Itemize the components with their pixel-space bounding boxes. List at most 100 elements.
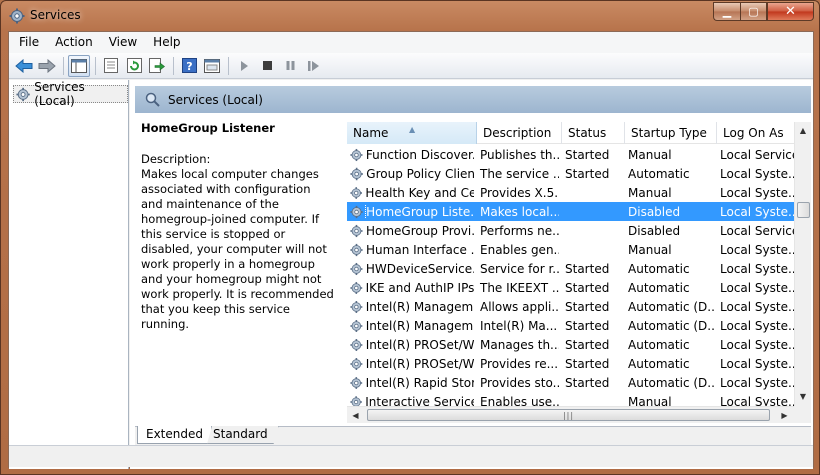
toolbar-separator	[228, 56, 229, 75]
export-button[interactable]	[146, 55, 168, 77]
restart-icon	[307, 60, 319, 71]
cell-startup-type: Automatic	[628, 261, 690, 276]
gear-icon	[9, 8, 25, 24]
cell-status: Started	[565, 166, 610, 181]
horizontal-scrollbar[interactable]: ◀ ||| ▶	[347, 406, 794, 423]
table-row[interactable]: Intel(R) Managem... Intel(R) Ma... Started…	[347, 316, 794, 335]
show-tree-icon	[71, 58, 87, 73]
menu-file[interactable]: File	[11, 32, 47, 53]
table-row[interactable]: Function Discover... Publishes th... Start…	[347, 145, 794, 164]
minimize-button[interactable]: ▁	[713, 2, 740, 21]
cell-log-on-as: Local Syste...	[720, 185, 794, 200]
table-row[interactable]: IKE and AuthIP IPs... The IKEEXT ... Start…	[347, 278, 794, 297]
cell-status: Started	[565, 375, 610, 390]
back-icon	[15, 58, 33, 73]
refresh-icon	[126, 58, 142, 73]
start-service-button[interactable]	[233, 55, 255, 77]
title-bar[interactable]: Services ▁ ▢ ✕	[1, 1, 819, 31]
cell-name: Group Policy Client	[347, 167, 474, 181]
scroll-right-icon[interactable]: ▶	[776, 407, 793, 423]
scroll-up-icon[interactable]: ▲	[795, 122, 811, 139]
cell-name: Health Key and Ce...	[347, 186, 474, 200]
column-header-description[interactable]: Description	[477, 122, 562, 144]
cell-name: HomeGroup Liste...	[347, 204, 474, 219]
service-gear-icon	[350, 262, 363, 275]
cell-log-on-as: Local Syste...	[720, 337, 794, 352]
cell-description: Intel(R) Ma...	[480, 318, 558, 333]
help-icon: ?	[181, 58, 197, 73]
maximize-button[interactable]: ▢	[740, 2, 767, 21]
menu-action[interactable]: Action	[47, 32, 101, 53]
stop-service-button[interactable]	[256, 55, 278, 77]
tree-item-services-local[interactable]: Services (Local)	[13, 80, 128, 108]
cell-name: Intel(R) PROSet/W...	[347, 357, 474, 371]
close-icon: ✕	[785, 4, 796, 19]
cell-log-on-as: Local Syste...	[720, 204, 794, 219]
start-icon	[241, 60, 248, 71]
tab-extended[interactable]: Extended	[137, 426, 212, 444]
forward-icon	[38, 58, 56, 73]
cell-startup-type: Automatic	[628, 280, 690, 295]
scroll-down-icon[interactable]: ▼	[795, 388, 811, 405]
horizontal-scroll-thumb[interactable]: |||	[367, 409, 770, 421]
table-row[interactable]: HomeGroup Provi... Performs ne... Disabled…	[347, 221, 794, 240]
close-button[interactable]: ✕	[767, 2, 814, 21]
cell-description: Provides sto...	[480, 375, 559, 390]
cell-name: HWDeviceService...	[347, 262, 474, 276]
cell-log-on-as: Local Syste...	[720, 242, 794, 257]
show-tree-button[interactable]	[68, 54, 90, 77]
menu-bar: File Action View Help	[9, 32, 813, 53]
console-button[interactable]	[201, 55, 223, 77]
properties-icon	[104, 58, 118, 73]
table-row[interactable]: Intel(R) PROSet/W... Manages th... Started…	[347, 335, 794, 354]
column-header-log-on-as[interactable]: Log On As	[717, 122, 794, 144]
cell-name: Intel(R) Managem...	[347, 300, 474, 314]
content-header-title: Services (Local)	[168, 92, 263, 107]
status-bar	[9, 445, 813, 467]
properties-button[interactable]	[100, 55, 122, 77]
cell-name: IKE and AuthIP IPs...	[347, 281, 474, 295]
menu-help[interactable]: Help	[145, 32, 188, 53]
vertical-scroll-thumb[interactable]	[797, 202, 810, 218]
console-icon	[204, 58, 220, 73]
help-button[interactable]: ?	[178, 55, 200, 77]
cell-description: The service ...	[480, 166, 559, 181]
service-gear-icon	[350, 338, 363, 351]
table-row[interactable]: Intel(R) PROSet/W... Provides re... Starte…	[347, 354, 794, 373]
cell-name: Intel(R) Rapid Stor...	[347, 376, 474, 390]
vertical-scrollbar[interactable]: ▲ ▼	[794, 122, 811, 406]
cell-log-on-as: Local Syste...	[720, 166, 794, 181]
export-icon	[149, 58, 165, 73]
column-header-name[interactable]: ▲ Name	[347, 122, 477, 144]
back-button[interactable]	[13, 55, 35, 77]
cell-startup-type: Automatic (D...	[628, 318, 714, 333]
table-row[interactable]: HomeGroup Liste... Makes local... Disabled…	[347, 202, 794, 221]
menu-view[interactable]: View	[101, 32, 145, 53]
cell-description: Provides X.5...	[480, 185, 559, 200]
refresh-button[interactable]	[123, 55, 145, 77]
table-row[interactable]: HWDeviceService... Service for r... Starte…	[347, 259, 794, 278]
restart-service-button[interactable]	[302, 55, 324, 77]
column-header-status[interactable]: Status	[562, 122, 625, 144]
tab-standard[interactable]: Standard	[203, 426, 279, 444]
pause-service-button[interactable]	[279, 55, 301, 77]
table-row[interactable]: Health Key and Ce... Provides X.5... Manua…	[347, 183, 794, 202]
caption-buttons: ▁ ▢ ✕	[713, 2, 814, 21]
forward-button[interactable]	[36, 55, 58, 77]
table-row[interactable]: Intel(R) Rapid Stor... Provides sto... Sta…	[347, 373, 794, 392]
cell-description: Manages th...	[480, 337, 559, 352]
table-row[interactable]: Human Interface ... Enables gen... Manual L…	[347, 240, 794, 259]
minimize-icon: ▁	[722, 5, 732, 18]
cell-status: Started	[565, 280, 610, 295]
column-header-startup-type[interactable]: Startup Type	[625, 122, 717, 144]
cell-log-on-as: Local Service	[720, 147, 794, 162]
table-row[interactable]: Intel(R) Managem... Allows appli... Starte…	[347, 297, 794, 316]
cell-description: Service for r...	[480, 261, 559, 276]
scroll-left-icon[interactable]: ◀	[347, 407, 364, 423]
table-row[interactable]: Group Policy Client The service ... Starte…	[347, 164, 794, 183]
cell-name: HomeGroup Provi...	[347, 224, 474, 238]
client-area: File Action View Help ? Services (Local)…	[8, 31, 814, 469]
cell-description: Publishes th...	[480, 147, 559, 162]
service-gear-icon	[350, 243, 363, 256]
sort-ascending-icon: ▲	[409, 125, 416, 134]
